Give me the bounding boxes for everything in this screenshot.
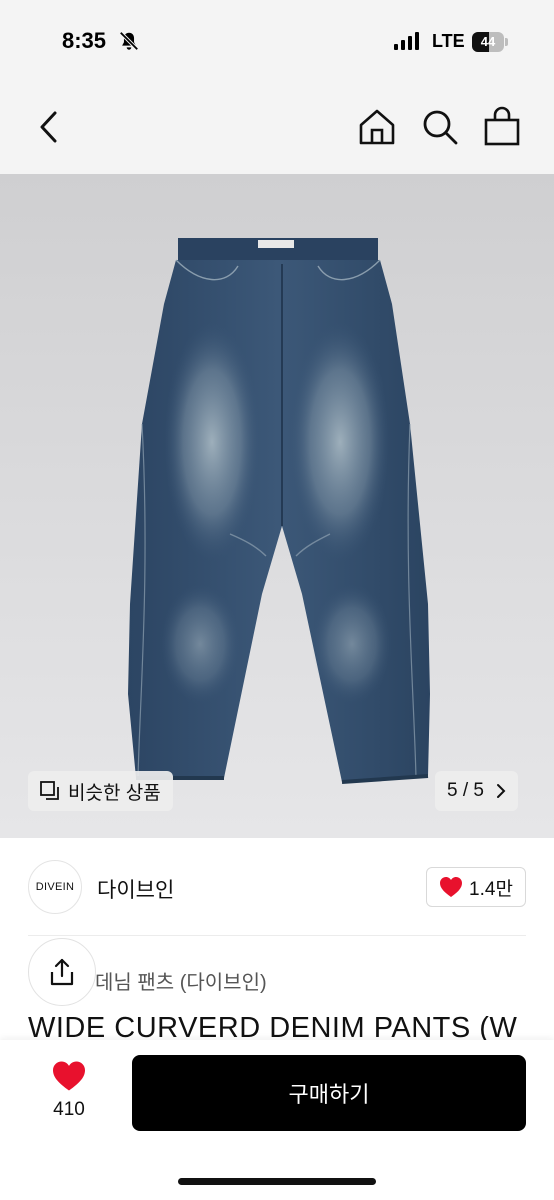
chevron-right-icon [496,784,506,798]
top-navigation [0,84,554,174]
battery-level: 44 [480,34,496,49]
brand-like-button[interactable]: 1.4만 [426,867,526,907]
product-category[interactable]: 데님 팬츠 (다이브인) [95,966,267,995]
heart-icon [440,877,463,897]
similar-products-button[interactable]: 비슷한 상품 [28,771,173,811]
wish-button[interactable]: 410 [38,1060,100,1121]
bottom-action-bar: 410 구매하기 [0,1040,554,1200]
home-icon[interactable] [358,108,396,146]
network-label: LTE [432,31,465,51]
similar-products-label: 비슷한 상품 [68,782,161,804]
wish-count: 410 [53,1099,85,1120]
similar-products-icon [40,781,59,800]
page-indicator-button[interactable]: 5 / 5 [435,771,518,811]
search-icon[interactable] [421,108,459,146]
status-time: 8:35 [62,28,107,53]
product-image [128,238,430,784]
shopping-bag-icon[interactable] [484,106,520,146]
share-button[interactable] [28,938,96,1006]
brand-logo[interactable]: DIVEIN [28,860,82,914]
home-indicator [178,1178,376,1185]
bell-off-icon [119,31,139,51]
page-indicator: 5 / 5 [447,780,484,801]
status-bar: 8:35 LTE 44 [0,0,554,84]
brand-logo-text: DIVEIN [35,881,75,893]
buy-button-label: 구매하기 [288,1082,370,1107]
heart-icon [53,1061,85,1091]
share-icon [50,958,74,986]
divider [28,935,526,936]
battery-icon: 44 [472,32,508,52]
buy-button[interactable]: 구매하기 [132,1055,526,1131]
brand-row: DIVEIN 다이브인 1.4만 [0,838,554,936]
back-icon[interactable] [36,110,62,144]
brand-like-count: 1.4만 [469,878,513,900]
product-gallery[interactable]: 비슷한 상품 5 / 5 [0,174,554,838]
signal-icon [394,32,419,50]
brand-name[interactable]: 다이브인 [97,874,174,904]
